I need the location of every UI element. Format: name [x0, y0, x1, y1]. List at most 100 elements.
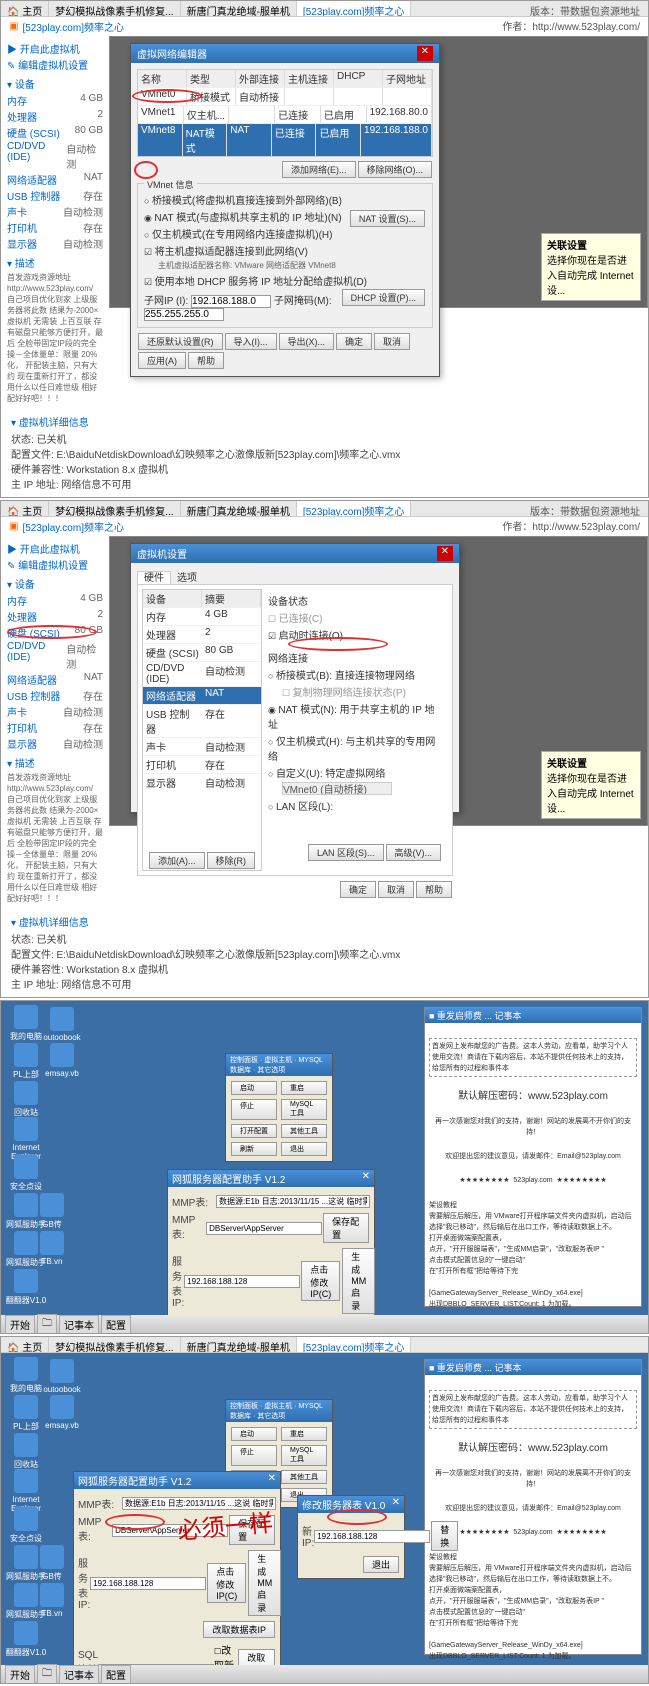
- desktop-icon[interactable]: TB.vn: [31, 1231, 73, 1266]
- radio-nat2[interactable]: ◉ NAT 模式(N): 用于共享主机的 IP 地址: [268, 701, 442, 731]
- tab-home[interactable]: 🏠 主页: [1, 501, 49, 516]
- tab-3[interactable]: [523play.com]频率之心: [297, 501, 412, 516]
- chk-dhcp[interactable]: ☑ 使用本地 DHCP 服务将 IP 地址分配给虚拟机(D) DHCP 设置(P…: [144, 273, 426, 288]
- cp-btn[interactable]: 停止: [231, 1099, 277, 1120]
- device-row[interactable]: 打印机存在: [7, 220, 103, 235]
- device-row[interactable]: CD/DVD (IDE)自动检测: [7, 641, 103, 671]
- hw-row[interactable]: 内存4 GB: [143, 607, 261, 625]
- cp-btn[interactable]: 启动: [231, 1427, 277, 1441]
- desktop-icon[interactable]: GB传: [31, 1193, 73, 1230]
- device-row[interactable]: 内存4 GB: [7, 93, 103, 108]
- hw-row[interactable]: USB 控制器存在: [143, 704, 261, 737]
- device-row[interactable]: 显示器自动检测: [7, 736, 103, 751]
- device-row[interactable]: 打印机存在: [7, 720, 103, 735]
- cp-btn[interactable]: 其他工具: [281, 1470, 327, 1484]
- taskbar[interactable]: 开始🗀记事本配置: [1, 1315, 648, 1333]
- dialog-btn[interactable]: 帮助: [188, 352, 224, 369]
- dialog-btn[interactable]: 还原默认设置(R): [138, 333, 223, 350]
- net-row[interactable]: VMnet8NAT模式NAT已连接已启用192.168.188.0: [138, 123, 432, 156]
- add-net-btn[interactable]: 添加网络(E)...: [282, 161, 356, 178]
- desktop-icon[interactable]: GB传: [31, 1545, 73, 1582]
- radio-host2[interactable]: ○ 仅主机模式(H): 与主机共享的专用网络: [268, 733, 442, 763]
- taskbar[interactable]: 开始🗀记事本配置: [1, 1665, 648, 1683]
- device-row[interactable]: 内存4 GB: [7, 593, 103, 608]
- new-ip-input[interactable]: [314, 1530, 430, 1543]
- hw-row[interactable]: 显示器自动检测: [143, 773, 261, 791]
- dialog-btn[interactable]: 应用(A): [138, 352, 186, 369]
- dhcp-settings-btn[interactable]: DHCP 设置(P)...: [342, 289, 425, 306]
- desktop-icon[interactable]: outoobook: [41, 1007, 83, 1042]
- desktop-icon[interactable]: 安全点设: [5, 1155, 47, 1192]
- desktop-icon[interactable]: outoobook: [41, 1359, 83, 1394]
- dialog-btn[interactable]: 导出(X)...: [279, 333, 335, 350]
- subnet-input[interactable]: [191, 295, 271, 308]
- device-row[interactable]: 硬盘 (SCSI)80 GB: [7, 625, 103, 640]
- device-row[interactable]: USB 控制器存在: [7, 188, 103, 203]
- add-hw-btn[interactable]: 添加(A)...: [149, 852, 205, 869]
- tab-home[interactable]: 🏠 主页: [1, 1337, 49, 1352]
- lan-btn[interactable]: LAN 区段(S)...: [308, 844, 384, 861]
- ok-btn[interactable]: 确定: [340, 881, 376, 898]
- mmp-input[interactable]: [216, 1195, 370, 1208]
- mask-input[interactable]: [144, 308, 224, 321]
- remove-hw-btn[interactable]: 移除(R): [207, 852, 256, 869]
- edit-vm[interactable]: ✎ 编辑虚拟机设置: [7, 57, 103, 72]
- tab-hw[interactable]: 硬件: [137, 571, 171, 585]
- device-row[interactable]: 网络适配器NAT: [7, 172, 103, 187]
- remove-net-btn[interactable]: 移除网络(O)...: [358, 161, 433, 178]
- net-row[interactable]: VMnet0桥接模式自动桥接: [138, 87, 432, 105]
- hw-row[interactable]: 硬盘 (SCSI)80 GB: [143, 643, 261, 661]
- device-row[interactable]: USB 控制器存在: [7, 688, 103, 703]
- device-row[interactable]: 硬盘 (SCSI)80 GB: [7, 125, 103, 140]
- cp-btn[interactable]: MySQL工具: [281, 1099, 327, 1120]
- server-ip-input[interactable]: [90, 1577, 206, 1590]
- chk-connect-start[interactable]: ☑ 启动时连接(O): [268, 627, 442, 642]
- desktop-icon[interactable]: emsay.vb: [41, 1395, 83, 1430]
- hw-row[interactable]: 网络适配器NAT: [143, 686, 261, 704]
- desktop-icon[interactable]: 翻翻器V1.0: [5, 1621, 47, 1658]
- radio-bridge2[interactable]: ○ 桥接模式(B): 直接连接物理网络: [268, 667, 442, 682]
- dialog-btn[interactable]: 导入(I)...: [225, 333, 277, 350]
- network-grid[interactable]: 名称类型外部连接主机连接DHCP子网地址 VMnet0桥接模式自动桥接VMnet…: [137, 69, 433, 157]
- radio-host[interactable]: ○ 仅主机模式(在专用网络内连接虚拟机)(H): [144, 226, 426, 241]
- tab-3[interactable]: [523play.com]频率之心: [297, 1, 412, 16]
- device-row[interactable]: 处理器2: [7, 109, 103, 124]
- device-row[interactable]: CD/DVD (IDE)自动检测: [7, 141, 103, 171]
- hw-row[interactable]: 处理器2: [143, 625, 261, 643]
- play-vm[interactable]: ▶ 开启此虚拟机: [7, 541, 103, 556]
- hw-list[interactable]: 设备摘要 内存4 GB处理器2硬盘 (SCSI)80 GBCD/DVD (IDE…: [142, 589, 262, 871]
- radio-custom[interactable]: ○ 自定义(U): 特定虚拟网络: [268, 765, 442, 780]
- desktop-icon[interactable]: 翻翻器V1.0: [5, 1269, 47, 1306]
- desktop-icon[interactable]: 回收站: [5, 1081, 47, 1118]
- hw-row[interactable]: 打印机存在: [143, 755, 261, 773]
- tab-1[interactable]: 梦幻模拟战像素手机修复...: [49, 501, 180, 516]
- radio-lan[interactable]: ○ LAN 区段(L):: [268, 798, 442, 813]
- device-row[interactable]: 网络适配器NAT: [7, 672, 103, 687]
- close-icon[interactable]: ✕: [268, 1473, 276, 1488]
- close-icon[interactable]: ✕: [437, 546, 453, 561]
- edit-vm[interactable]: ✎ 编辑虚拟机设置: [7, 557, 103, 572]
- server-ip-input[interactable]: [184, 1275, 300, 1288]
- desktop-icon[interactable]: 回收站: [5, 1433, 47, 1470]
- exit-btn[interactable]: 退出: [363, 1556, 399, 1573]
- device-row[interactable]: 声卡自动检测: [7, 704, 103, 719]
- device-row[interactable]: 声卡自动检测: [7, 204, 103, 219]
- cp-btn[interactable]: 停止: [231, 1445, 277, 1466]
- cp-btn[interactable]: 重启: [281, 1427, 327, 1441]
- tab-1[interactable]: 梦幻模拟战像素手机修复...: [49, 1, 180, 16]
- device-row[interactable]: 显示器自动检测: [7, 236, 103, 251]
- replace-btn[interactable]: 替换: [431, 1521, 458, 1551]
- cp-btn[interactable]: 启动: [231, 1081, 277, 1095]
- cp-btn[interactable]: 退出: [281, 1142, 327, 1156]
- close-icon[interactable]: ✕: [417, 46, 433, 61]
- close-icon[interactable]: ✕: [392, 1497, 400, 1512]
- radio-nat[interactable]: ◉ NAT 模式(与虚拟机共享主机的 IP 地址)(N) NAT 设置(S)..…: [144, 209, 426, 224]
- device-row[interactable]: 处理器2: [7, 609, 103, 624]
- net-row[interactable]: VMnet1仅主机...已连接已启用192.168.80.0: [138, 105, 432, 123]
- desktop-icon[interactable]: TB.vn: [31, 1583, 73, 1618]
- chk-host-adapter[interactable]: ☑ 将主机虚拟适配器连接到此网络(V): [144, 243, 426, 258]
- hw-row[interactable]: CD/DVD (IDE)自动检测: [143, 661, 261, 686]
- dialog-btn[interactable]: 取消: [374, 333, 410, 350]
- tab-2[interactable]: 新唐门真龙绝域-服单机: [181, 501, 297, 516]
- cp-btn[interactable]: 其他工具: [281, 1124, 327, 1138]
